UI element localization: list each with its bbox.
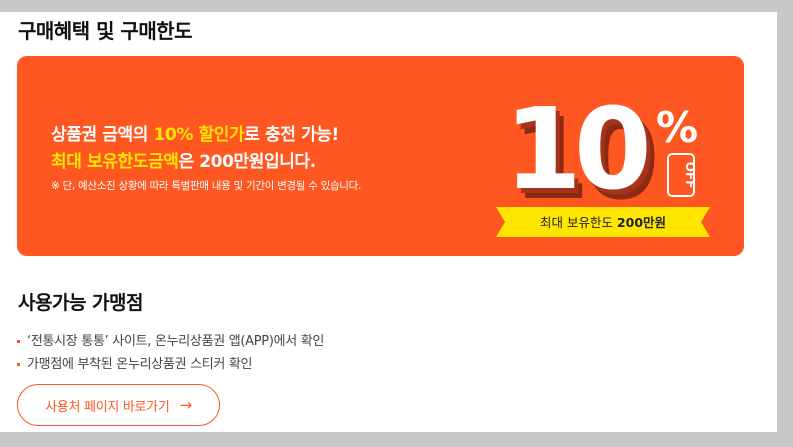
banner-line-1: 상품권 금액의 10% 할인가로 충전 가능! [51,120,339,145]
banner-line-2-highlight: 최대 보유한도금액 [51,152,179,172]
ribbon-text: 최대 보유한도 200만원 [540,215,666,230]
badge-number: 10 [504,85,647,215]
ten-percent-off-badge: 10 10 10 % OFF 최대 보유한도 200만원 [496,85,710,237]
ribbon-amount: 200만원 [617,215,666,230]
ribbon-label: 최대 보유한도 [540,215,617,230]
go-to-merchant-page-button[interactable]: 사용처 페이지 바로가기 → [17,384,220,426]
go-button-label: 사용처 페이지 바로가기 [45,399,170,415]
arrow-right-icon: → [179,395,192,414]
banner-line-2-post: 은 200만원입니다. [178,152,316,172]
banner-line-1-highlight: 10% 할인가 [153,125,245,145]
list-item: ‘전통시장 통통’ 사이트, 온누리상품권 앱(APP)에서 확인 [17,330,324,353]
banner-line-1-pre: 상품권 금액의 [51,125,154,145]
benefits-title: 구매혜택 및 구매한도 [18,19,193,43]
scrollbar[interactable] [777,0,793,447]
merchants-title: 사용가능 가맹점 [18,292,143,314]
badge-percent: % [656,103,698,152]
badge-off-label: OFF [683,162,697,189]
banner-line-2: 최대 보유한도금액은 200만원입니다. [51,147,316,172]
content-page: 구매혜택 및 구매한도 상품권 금액의 10% 할인가로 충전 가능! 최대 보… [0,12,777,432]
discount-banner: 상품권 금액의 10% 할인가로 충전 가능! 최대 보유한도금액은 200만원… [17,56,744,256]
banner-note: ※ 단, 예산소진 상황에 따라 특별판매 내용 및 기간이 변경될 수 있습니… [51,180,362,192]
list-item: 가맹점에 부착된 온누리상품권 스티커 확인 [17,353,324,376]
merchant-info-list: ‘전통시장 통통’ 사이트, 온누리상품권 앱(APP)에서 확인 가맹점에 부… [17,330,324,376]
banner-line-1-post: 로 충전 가능! [244,125,339,145]
